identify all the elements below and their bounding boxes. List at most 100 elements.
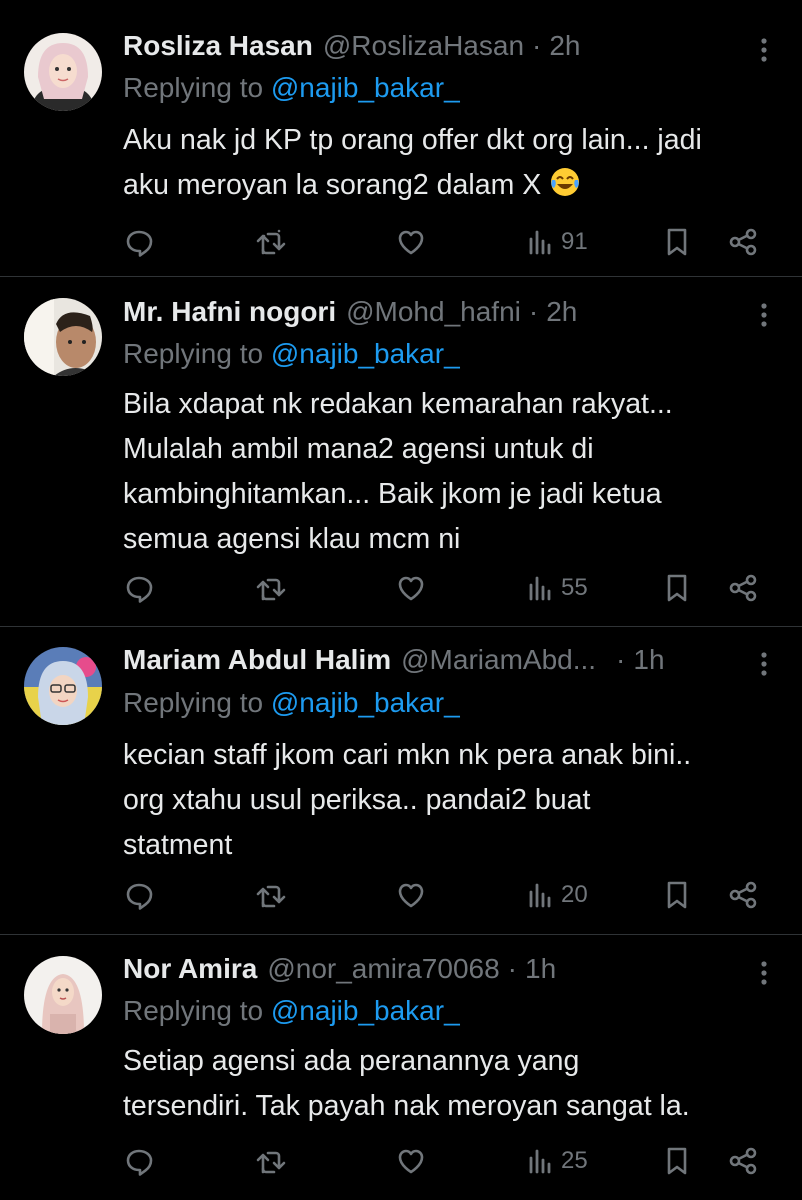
timestamp[interactable]: 1h [525,953,556,985]
tweet-text: Bila xdapat nk redakan kemarahan rakyat.… [123,382,773,562]
like-button[interactable] [395,1141,427,1181]
like-icon [398,230,424,255]
share-button[interactable] [727,222,759,262]
bookmark-button[interactable] [661,875,693,915]
reply-button[interactable] [123,1141,155,1181]
views-icon [529,883,551,908]
views-count: 91 [561,228,588,255]
bookmark-button[interactable] [661,1141,693,1181]
tweet-text-line: Setiap agensi ada peranannya yang [123,1045,580,1077]
reply-icon [126,576,153,603]
retweet-button[interactable] [255,222,287,262]
share-icon [729,881,757,909]
reply-tweet[interactable]: Nor Amira @nor_amira70068 · 1h Replying … [0,935,802,1200]
share-icon [729,574,757,602]
bookmark-button[interactable] [661,222,693,262]
display-name[interactable]: Nor Amira [123,953,257,985]
retweet-icon [256,1151,286,1174]
tweet-text-line: Bila xdapat nk redakan kemarahan rakyat.… [123,388,673,420]
share-button[interactable] [727,875,759,915]
separator-dot: · [507,953,517,984]
like-button[interactable] [395,568,427,608]
tweet-text-line: Aku nak jd KP tp orang offer dkt org lai… [123,124,702,156]
replying-to: Replying to @najib_bakar_ [123,72,460,104]
like-button[interactable] [395,222,427,262]
avatar[interactable] [24,647,102,725]
more-icon[interactable] [750,648,778,680]
replying-to: Replying to @najib_bakar_ [123,687,460,719]
tweet-text-line: semua agensi klau mcm ni [123,523,461,555]
share-button[interactable] [727,568,759,608]
mention-link[interactable]: @najib_bakar_ [271,72,460,103]
tweet-text: Aku nak jd KP tp orang offer dkt org lai… [123,118,773,208]
replying-to: Replying to @najib_bakar_ [123,338,460,370]
action-bar: 91 [123,222,773,262]
more-icon[interactable] [750,34,778,66]
bookmark-button[interactable] [661,568,693,608]
display-name[interactable]: Rosliza Hasan [123,30,313,62]
like-icon [398,883,424,908]
tweet-header: Mariam Abdul Halim @MariamAbd... · 1h [123,642,763,678]
tweet-text-line: kecian staff jkom cari mkn nk pera anak … [123,739,692,771]
separator-dot: · [532,30,542,61]
avatar[interactable] [24,33,102,111]
separator-dot: · [616,644,626,675]
views-count: 25 [561,1147,588,1174]
views-icon [529,230,551,255]
reply-tweet[interactable]: Mariam Abdul Halim @MariamAbd... · 1h Re… [0,627,802,935]
mention-link[interactable]: @najib_bakar_ [271,995,460,1026]
user-handle[interactable]: @MariamAbd... [401,644,596,676]
tweet-text-line: tersendiri. Tak payah nak meroyan sangat… [123,1090,690,1122]
mention-link[interactable]: @najib_bakar_ [271,687,460,718]
timestamp[interactable]: 2h [549,30,580,62]
user-handle[interactable]: @RoslizaHasan [323,30,524,62]
tweet-text-line: aku meroyan la sorang2 dalam X [123,169,542,201]
like-button[interactable] [395,875,427,915]
avatar[interactable] [24,298,102,376]
display-name[interactable]: Mariam Abdul Halim [123,644,391,676]
user-handle[interactable]: @nor_amira70068 [267,953,499,985]
more-icon[interactable] [750,299,778,331]
tweet-text-line: Mulalah ambil mana2 agensi untuk di [123,433,594,465]
tweet-text-line: statment [123,829,233,861]
views-button[interactable]: 20 [525,875,588,915]
views-count: 55 [561,574,588,601]
reply-button[interactable] [123,568,155,608]
views-count: 20 [561,881,588,908]
reply-button[interactable] [123,222,155,262]
tweet-header: Rosliza Hasan @RoslizaHasan · 2h [123,28,763,64]
reply-tweet[interactable]: Mr. Hafni nogori @Mohd_hafni · 2h Replyi… [0,277,802,627]
timestamp[interactable]: 1h [633,644,664,676]
views-button[interactable]: 55 [525,568,588,608]
timestamp[interactable]: 2h [546,296,577,328]
retweet-button[interactable] [255,568,287,608]
replying-to-label: Replying to [123,995,271,1026]
avatar[interactable] [24,956,102,1034]
tweet-text-line: org xtahu usul periksa.. pandai2 buat [123,784,591,816]
bookmark-icon [667,1147,687,1175]
retweet-button[interactable] [255,875,287,915]
action-bar: 55 [123,568,773,608]
reply-icon [126,883,153,910]
replying-to-label: Replying to [123,687,271,718]
share-button[interactable] [727,1141,759,1181]
views-button[interactable]: 91 [525,222,588,262]
user-handle[interactable]: @Mohd_hafni [346,296,521,328]
like-icon [398,1149,424,1174]
display-name[interactable]: Mr. Hafni nogori [123,296,336,328]
views-button[interactable]: 25 [525,1141,588,1181]
replying-to-label: Replying to [123,338,271,369]
more-icon[interactable] [750,957,778,989]
tweet-text-line-with-emoji: aku meroyan la sorang2 dalam X [123,163,773,208]
reply-tweet[interactable]: Rosliza Hasan @RoslizaHasan · 2h Replyin… [0,0,802,277]
separator-dot: · [528,296,539,327]
reply-button[interactable] [123,875,155,915]
mention-link[interactable]: @najib_bakar_ [271,338,460,369]
retweet-button[interactable] [255,1141,287,1181]
bookmark-icon [667,881,687,909]
tears-of-joy-emoji-icon [549,166,581,198]
like-icon [398,576,424,601]
retweet-icon [256,229,286,255]
views-icon [529,1149,551,1174]
action-bar: 20 [123,875,773,915]
